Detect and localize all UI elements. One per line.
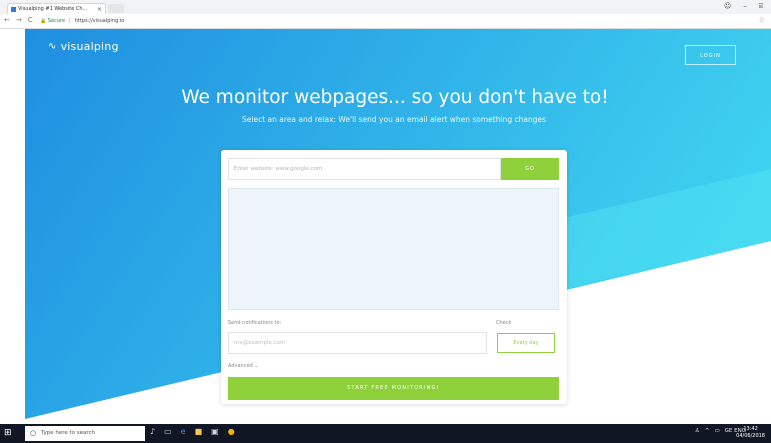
navigation-buttons: ← → C xyxy=(4,16,33,24)
tab-title: Visualping #1 Website Ch... xyxy=(18,6,88,12)
clock-time: 13:42 xyxy=(743,426,758,432)
chevron-down-icon: ⌄ xyxy=(254,363,259,369)
email-input[interactable]: me@example.com xyxy=(228,332,487,354)
maximize-icon[interactable]: ⌸ xyxy=(759,2,763,11)
window-controls: ☺ – ⌸ xyxy=(724,2,763,11)
website-url-input[interactable]: Enter website: www.google.com xyxy=(228,158,501,180)
screen: Visualping #1 Website Ch... × ☺ – ⌸ ← → … xyxy=(0,0,771,443)
browser-toolbar: ← → C 🔒 Secure | https://visualping.io ☆ xyxy=(0,14,771,29)
search-icon: ○ xyxy=(30,429,37,437)
start-free-monitoring-button[interactable]: START FREE MONITORING! xyxy=(228,377,559,400)
go-button[interactable]: GO xyxy=(501,158,559,180)
hero-headline: We monitor webpages... so you don't have… xyxy=(181,87,609,108)
brand-name: visualping xyxy=(60,40,119,53)
network-icon[interactable]: ▭ xyxy=(714,428,719,434)
check-frequency-label: Check xyxy=(496,320,512,326)
bookmark-star-icon[interactable]: ☆ xyxy=(759,16,765,24)
people-icon[interactable]: ♙ xyxy=(695,428,700,434)
clock[interactable]: 13:42 04/06/2018 xyxy=(736,426,765,440)
advanced-toggle[interactable]: Advanced ⌄ xyxy=(228,363,259,369)
task-view-icon[interactable]: ▭ xyxy=(164,427,172,436)
notify-label: Send notifications to: xyxy=(228,320,282,326)
url-text: https://visualping.io xyxy=(74,18,125,24)
brand-logo[interactable]: ∿ visualping xyxy=(48,40,119,53)
chrome-icon[interactable]: ● xyxy=(228,427,235,436)
frequency-select[interactable]: Every day xyxy=(497,333,555,353)
taskbar-search-box[interactable]: ○ Type here to search xyxy=(25,426,145,441)
pulse-logo-icon: ∿ xyxy=(48,41,57,52)
login-button[interactable]: LOGIN xyxy=(685,45,736,65)
microphone-icon[interactable]: ♪ xyxy=(150,427,155,436)
tray-chevron-icon[interactable]: ^ xyxy=(705,428,710,434)
file-explorer-icon[interactable]: ■ xyxy=(195,427,203,436)
monitor-form-card: Enter website: www.google.com GO Send no… xyxy=(221,150,567,404)
minimize-icon[interactable]: – xyxy=(743,2,747,11)
visualping-favicon-icon xyxy=(11,7,16,12)
advanced-label: Advanced xyxy=(228,363,253,369)
secure-indicator: 🔒 Secure xyxy=(40,18,66,24)
browser-tab[interactable]: Visualping #1 Website Ch... × xyxy=(7,3,106,14)
forward-icon[interactable]: → xyxy=(16,16,22,24)
reload-icon[interactable]: C xyxy=(28,16,33,24)
store-icon[interactable]: ▣ xyxy=(211,427,219,436)
clock-date: 04/06/2018 xyxy=(736,433,765,439)
page-preview-area[interactable] xyxy=(228,188,559,310)
edge-browser-icon[interactable]: e xyxy=(181,427,186,436)
browser-tab-strip: Visualping #1 Website Ch... × ☺ – ⌸ xyxy=(0,0,771,14)
pinned-apps: ♪ ▭ e ■ ▣ ● xyxy=(150,427,235,436)
secure-label: Secure xyxy=(47,18,66,24)
os-taskbar: ⊞ ○ Type here to search ♪ ▭ e ■ ▣ ● ♙ ^ … xyxy=(0,424,771,443)
taskbar-search-placeholder: Type here to search xyxy=(41,430,96,436)
windows-start-icon[interactable]: ⊞ xyxy=(4,428,12,438)
page-viewport: ∿ visualping LOGIN We monitor webpages..… xyxy=(0,29,771,424)
new-tab-button[interactable] xyxy=(108,4,124,13)
back-icon[interactable]: ← xyxy=(4,16,10,24)
address-bar[interactable]: 🔒 Secure | https://visualping.io xyxy=(40,16,750,26)
profile-icon[interactable]: ☺ xyxy=(724,2,731,11)
hero-subline: Select an area and relax: We'll send you… xyxy=(242,115,546,124)
